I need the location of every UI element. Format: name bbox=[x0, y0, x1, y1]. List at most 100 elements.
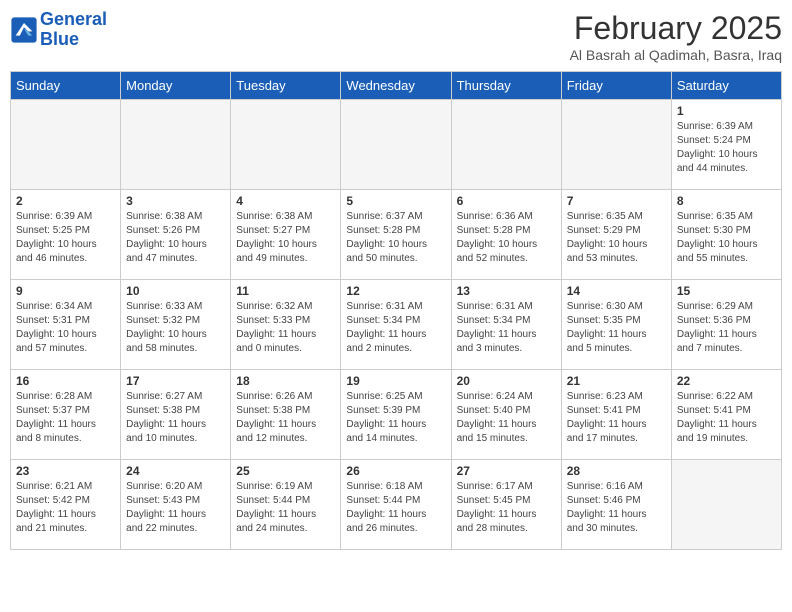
title-block: February 2025 Al Basrah al Qadimah, Basr… bbox=[570, 10, 782, 63]
calendar-day: 12 Sunrise: 6:31 AM Sunset: 5:34 PM Dayli… bbox=[341, 280, 451, 370]
day-info: Sunrise: 6:31 AM Sunset: 5:34 PM Dayligh… bbox=[457, 300, 556, 356]
calendar-day: 22Sunrise: 6:22 AM Sunset: 5:41 PM Dayli… bbox=[671, 370, 781, 460]
day-number: 25 bbox=[236, 464, 335, 478]
day-info: Sunrise: 6:32 AM Sunset: 5:33 PM Dayligh… bbox=[236, 300, 335, 356]
day-info: Sunrise: 6:39 AM Sunset: 5:24 PM Dayligh… bbox=[677, 120, 776, 176]
day-info: Sunrise: 6:29 AM Sunset: 5:36 PM Dayligh… bbox=[677, 300, 776, 356]
calendar-day: 25 Sunrise: 6:19 AM Sunset: 5:44 PM Dayli… bbox=[231, 460, 341, 550]
calendar-day: 1 Sunrise: 6:39 AM Sunset: 5:24 PM Daylig… bbox=[671, 100, 781, 190]
day-info: Sunrise: 6:38 AM Sunset: 5:27 PM Dayligh… bbox=[236, 210, 335, 266]
day-info: Sunrise: 6:21 AM Sunset: 5:42 PM Dayligh… bbox=[16, 480, 115, 536]
day-info: Sunrise: 6:22 AM Sunset: 5:41 PM Dayligh… bbox=[677, 390, 776, 446]
day-number: 1 bbox=[677, 104, 776, 118]
logo-icon bbox=[10, 16, 38, 44]
day-number: 23 bbox=[16, 464, 115, 478]
logo-text: General Blue bbox=[40, 10, 107, 50]
day-info: Sunrise: 6:35 AM Sunset: 5:29 PM Dayligh… bbox=[567, 210, 666, 266]
calendar-day bbox=[231, 100, 341, 190]
calendar-day: 7 Sunrise: 6:35 AM Sunset: 5:29 PM Daylig… bbox=[561, 190, 671, 280]
day-number: 19 bbox=[346, 374, 445, 388]
calendar-table: SundayMondayTuesdayWednesdayThursdayFrid… bbox=[10, 71, 782, 550]
day-number: 13 bbox=[457, 284, 556, 298]
calendar-day: 8Sunrise: 6:35 AM Sunset: 5:30 PM Daylig… bbox=[671, 190, 781, 280]
weekday-header-thursday: Thursday bbox=[451, 72, 561, 100]
calendar-week-5: 23 Sunrise: 6:21 AM Sunset: 5:42 PM Dayli… bbox=[11, 460, 782, 550]
day-info: Sunrise: 6:33 AM Sunset: 5:32 PM Dayligh… bbox=[126, 300, 225, 356]
weekday-header-tuesday: Tuesday bbox=[231, 72, 341, 100]
day-number: 16 bbox=[16, 374, 115, 388]
calendar-day: 17 Sunrise: 6:27 AM Sunset: 5:38 PM Dayli… bbox=[121, 370, 231, 460]
day-info: Sunrise: 6:31 AM Sunset: 5:34 PM Dayligh… bbox=[346, 300, 445, 356]
calendar-day: 16 Sunrise: 6:28 AM Sunset: 5:37 PM Dayli… bbox=[11, 370, 121, 460]
calendar-day: 14 Sunrise: 6:30 AM Sunset: 5:35 PM Dayli… bbox=[561, 280, 671, 370]
calendar-week-2: 2 Sunrise: 6:39 AM Sunset: 5:25 PM Daylig… bbox=[11, 190, 782, 280]
day-number: 4 bbox=[236, 194, 335, 208]
logo: General Blue bbox=[10, 10, 107, 50]
day-info: Sunrise: 6:19 AM Sunset: 5:44 PM Dayligh… bbox=[236, 480, 335, 536]
month-title: February 2025 bbox=[570, 10, 782, 47]
day-number: 3 bbox=[126, 194, 225, 208]
calendar-week-3: 9 Sunrise: 6:34 AM Sunset: 5:31 PM Daylig… bbox=[11, 280, 782, 370]
calendar-day bbox=[451, 100, 561, 190]
day-number: 28 bbox=[567, 464, 666, 478]
day-number: 24 bbox=[126, 464, 225, 478]
weekday-header-sunday: Sunday bbox=[11, 72, 121, 100]
day-number: 5 bbox=[346, 194, 445, 208]
day-info: Sunrise: 6:38 AM Sunset: 5:26 PM Dayligh… bbox=[126, 210, 225, 266]
logo-line1: General bbox=[40, 9, 107, 29]
day-number: 14 bbox=[567, 284, 666, 298]
day-number: 15 bbox=[677, 284, 776, 298]
day-info: Sunrise: 6:34 AM Sunset: 5:31 PM Dayligh… bbox=[16, 300, 115, 356]
day-info: Sunrise: 6:17 AM Sunset: 5:45 PM Dayligh… bbox=[457, 480, 556, 536]
day-number: 7 bbox=[567, 194, 666, 208]
day-info: Sunrise: 6:23 AM Sunset: 5:41 PM Dayligh… bbox=[567, 390, 666, 446]
day-info: Sunrise: 6:39 AM Sunset: 5:25 PM Dayligh… bbox=[16, 210, 115, 266]
calendar-day: 3 Sunrise: 6:38 AM Sunset: 5:26 PM Daylig… bbox=[121, 190, 231, 280]
weekday-header-friday: Friday bbox=[561, 72, 671, 100]
calendar-day: 11Sunrise: 6:32 AM Sunset: 5:33 PM Dayli… bbox=[231, 280, 341, 370]
day-info: Sunrise: 6:28 AM Sunset: 5:37 PM Dayligh… bbox=[16, 390, 115, 446]
calendar-week-1: 1 Sunrise: 6:39 AM Sunset: 5:24 PM Daylig… bbox=[11, 100, 782, 190]
day-info: Sunrise: 6:20 AM Sunset: 5:43 PM Dayligh… bbox=[126, 480, 225, 536]
location-subtitle: Al Basrah al Qadimah, Basra, Iraq bbox=[570, 47, 782, 63]
calendar-day: 23 Sunrise: 6:21 AM Sunset: 5:42 PM Dayli… bbox=[11, 460, 121, 550]
calendar-day: 21 Sunrise: 6:23 AM Sunset: 5:41 PM Dayli… bbox=[561, 370, 671, 460]
calendar-day bbox=[121, 100, 231, 190]
calendar-day: 24 Sunrise: 6:20 AM Sunset: 5:43 PM Dayli… bbox=[121, 460, 231, 550]
day-number: 2 bbox=[16, 194, 115, 208]
day-info: Sunrise: 6:27 AM Sunset: 5:38 PM Dayligh… bbox=[126, 390, 225, 446]
day-number: 20 bbox=[457, 374, 556, 388]
calendar-day: 15 Sunrise: 6:29 AM Sunset: 5:36 PM Dayli… bbox=[671, 280, 781, 370]
weekday-header-monday: Monday bbox=[121, 72, 231, 100]
day-number: 18 bbox=[236, 374, 335, 388]
day-number: 17 bbox=[126, 374, 225, 388]
calendar-day bbox=[561, 100, 671, 190]
day-info: Sunrise: 6:18 AM Sunset: 5:44 PM Dayligh… bbox=[346, 480, 445, 536]
calendar-day: 26Sunrise: 6:18 AM Sunset: 5:44 PM Dayli… bbox=[341, 460, 451, 550]
calendar-week-4: 16 Sunrise: 6:28 AM Sunset: 5:37 PM Dayli… bbox=[11, 370, 782, 460]
day-info: Sunrise: 6:30 AM Sunset: 5:35 PM Dayligh… bbox=[567, 300, 666, 356]
logo-line2: Blue bbox=[40, 29, 79, 49]
weekday-header-wednesday: Wednesday bbox=[341, 72, 451, 100]
calendar-day: 6Sunrise: 6:36 AM Sunset: 5:28 PM Daylig… bbox=[451, 190, 561, 280]
weekday-header-saturday: Saturday bbox=[671, 72, 781, 100]
calendar-day: 13 Sunrise: 6:31 AM Sunset: 5:34 PM Dayli… bbox=[451, 280, 561, 370]
calendar-day: 18 Sunrise: 6:26 AM Sunset: 5:38 PM Dayli… bbox=[231, 370, 341, 460]
calendar-day: 4 Sunrise: 6:38 AM Sunset: 5:27 PM Daylig… bbox=[231, 190, 341, 280]
day-info: Sunrise: 6:26 AM Sunset: 5:38 PM Dayligh… bbox=[236, 390, 335, 446]
calendar-day: 20 Sunrise: 6:24 AM Sunset: 5:40 PM Dayli… bbox=[451, 370, 561, 460]
calendar-day: 2 Sunrise: 6:39 AM Sunset: 5:25 PM Daylig… bbox=[11, 190, 121, 280]
day-info: Sunrise: 6:25 AM Sunset: 5:39 PM Dayligh… bbox=[346, 390, 445, 446]
day-info: Sunrise: 6:16 AM Sunset: 5:46 PM Dayligh… bbox=[567, 480, 666, 536]
calendar-day: 19 Sunrise: 6:25 AM Sunset: 5:39 PM Dayli… bbox=[341, 370, 451, 460]
calendar-day: 9 Sunrise: 6:34 AM Sunset: 5:31 PM Daylig… bbox=[11, 280, 121, 370]
day-number: 9 bbox=[16, 284, 115, 298]
calendar-day bbox=[341, 100, 451, 190]
day-number: 12 bbox=[346, 284, 445, 298]
calendar-day bbox=[671, 460, 781, 550]
day-info: Sunrise: 6:24 AM Sunset: 5:40 PM Dayligh… bbox=[457, 390, 556, 446]
day-info: Sunrise: 6:37 AM Sunset: 5:28 PM Dayligh… bbox=[346, 210, 445, 266]
day-number: 10 bbox=[126, 284, 225, 298]
day-number: 21 bbox=[567, 374, 666, 388]
weekday-header-row: SundayMondayTuesdayWednesdayThursdayFrid… bbox=[11, 72, 782, 100]
